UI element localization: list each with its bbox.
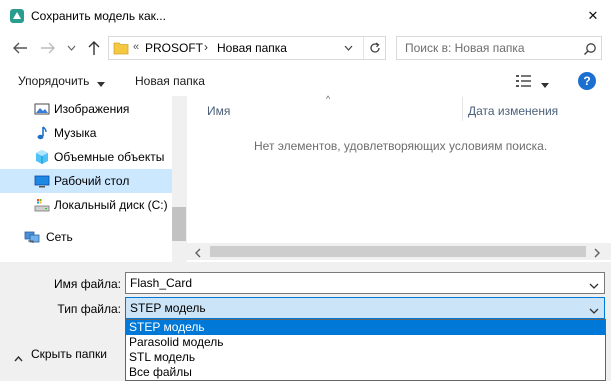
filetype-value: STEP модель (130, 301, 206, 315)
3d-objects-icon (34, 149, 50, 165)
close-icon: ✕ (587, 7, 599, 23)
search-placeholder: Поиск в: Новая папка (405, 41, 525, 55)
search-input[interactable]: Поиск в: Новая папка (396, 36, 602, 60)
breadcrumb-overflow[interactable]: « (133, 41, 139, 53)
arrow-right-icon (41, 42, 55, 54)
search-icon[interactable] (583, 42, 597, 56)
arrow-left-icon (13, 42, 27, 54)
nav-item-desktop[interactable]: Рабочий стол (0, 169, 172, 193)
filename-field[interactable]: Flash_Card (125, 272, 605, 294)
nav-item-label: Изображения (54, 102, 130, 116)
nav-item-label: Локальный диск (C:) (54, 198, 168, 212)
nav-item-label: Рабочий стол (54, 174, 130, 188)
column-header-date-modified[interactable]: Дата изменения (468, 104, 558, 118)
navigation-pane: Изображения Музыка Объемные объекты Рабо… (0, 96, 186, 262)
recent-locations-button[interactable] (64, 40, 78, 56)
nav-item-label: Объемные объекты (54, 150, 165, 164)
filetype-dropdown-list: STEP модель Parasolid модель STL модель … (125, 319, 606, 381)
chevron-down-icon[interactable] (97, 77, 105, 87)
filetype-select[interactable]: STEP модель (125, 297, 605, 319)
address-bar[interactable]: « PROSOFT › Новая папка (108, 36, 386, 60)
filetype-option[interactable]: Parasolid модель (126, 335, 605, 350)
chevron-down-icon[interactable] (541, 78, 549, 88)
nav-item-music[interactable]: Музыка (0, 121, 172, 145)
scroll-right-icon[interactable] (593, 247, 601, 258)
filetype-label: Тип файла: (57, 302, 121, 316)
desktop-icon (34, 173, 50, 189)
column-header-name[interactable]: Имя (207, 104, 230, 118)
hide-folders-button[interactable]: Скрыть папки (31, 347, 107, 361)
music-icon (34, 125, 50, 141)
chevron-down-icon (67, 45, 75, 51)
filetype-option[interactable]: Все файлы (126, 365, 605, 380)
chevron-down-icon[interactable] (589, 279, 599, 289)
sort-indicator-icon: ^ (326, 94, 331, 104)
refresh-icon (369, 42, 380, 53)
filetype-option[interactable]: STEP модель (126, 320, 605, 335)
chevron-down-icon (344, 45, 352, 51)
drive-icon (34, 197, 50, 213)
empty-list-message: Нет элементов, удовлетворяющих условиям … (254, 139, 548, 153)
new-folder-button[interactable]: Новая папка (135, 74, 205, 88)
filetype-option[interactable]: STL модель (126, 350, 605, 365)
column-divider[interactable] (462, 97, 463, 121)
pictures-icon (34, 101, 50, 117)
app-icon (9, 8, 25, 24)
breadcrumb-separator[interactable]: › (204, 40, 208, 54)
nav-item-label: Сеть (46, 230, 73, 244)
scroll-left-icon[interactable] (194, 247, 202, 258)
chevron-down-icon[interactable] (589, 304, 599, 314)
organize-button[interactable]: Упорядочить (18, 74, 89, 88)
navigation-scrollbar-thumb[interactable] (172, 207, 186, 241)
nav-item-local-disk[interactable]: Локальный диск (C:) (0, 193, 172, 217)
nav-item-label: Музыка (54, 126, 97, 140)
up-button[interactable] (84, 38, 104, 58)
window-title: Сохранить модель как... (31, 9, 166, 23)
pane-divider[interactable] (186, 96, 187, 262)
nav-item-pictures[interactable]: Изображения (0, 97, 172, 121)
file-list-pane (186, 96, 611, 262)
refresh-button[interactable] (363, 37, 385, 59)
close-button[interactable]: ✕ (575, 0, 611, 31)
nav-item-3d-objects[interactable]: Объемные объекты (0, 145, 172, 169)
nav-item-network[interactable]: Сеть (0, 225, 172, 249)
chevron-up-icon[interactable] (14, 351, 23, 362)
filename-label: Имя файла: (54, 277, 121, 291)
network-icon (24, 229, 40, 245)
horizontal-scrollbar-thumb[interactable] (210, 246, 586, 257)
breadcrumb-prosoft[interactable]: PROSOFT (145, 41, 203, 55)
folder-icon (113, 41, 129, 55)
help-button[interactable]: ? (578, 72, 596, 90)
filename-value[interactable]: Flash_Card (130, 276, 192, 290)
forward-button[interactable] (38, 38, 58, 58)
breadcrumb-new-folder[interactable]: Новая папка (217, 41, 287, 55)
arrow-up-icon (88, 41, 100, 55)
view-options-icon[interactable] (515, 73, 533, 89)
address-dropdown-button[interactable] (341, 41, 355, 55)
back-button[interactable] (10, 38, 30, 58)
